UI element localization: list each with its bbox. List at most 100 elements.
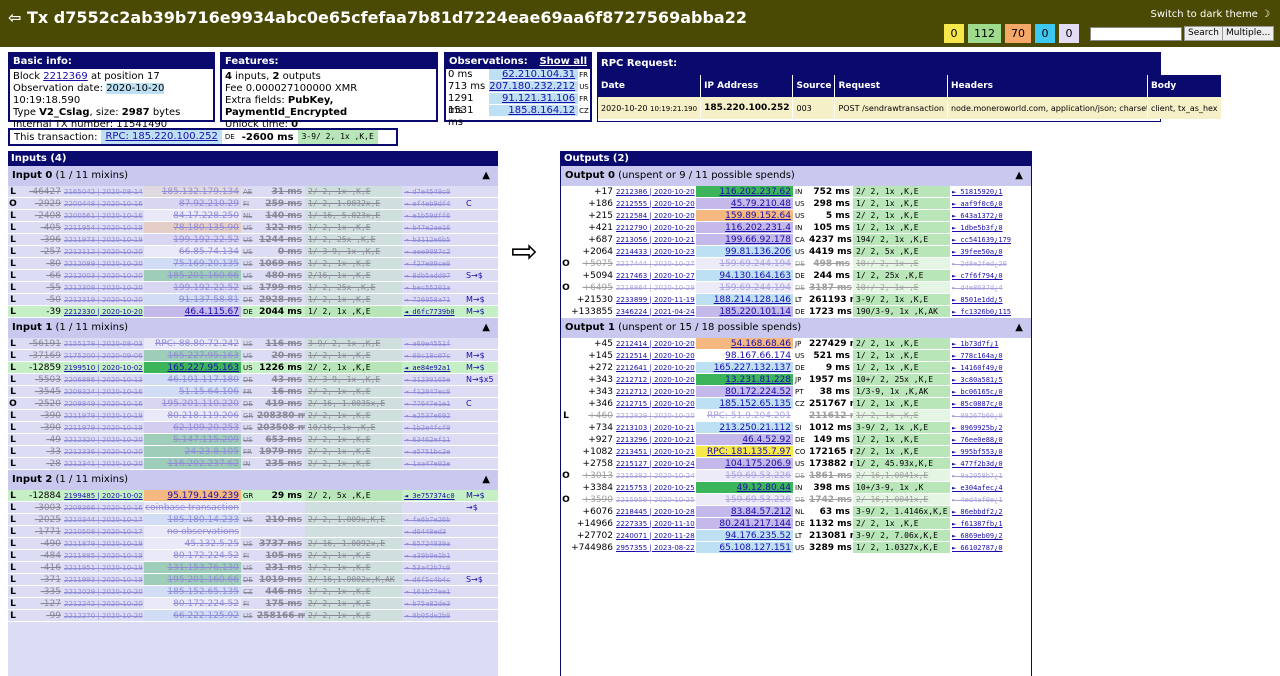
row-block-link[interactable]: 2199485 | 2020-10-02 — [64, 490, 144, 501]
row-hash-link[interactable]: ► 0969925b¿2 — [950, 422, 1022, 433]
row-hash-link[interactable]: ► 14160f49¿0 — [950, 362, 1022, 373]
row-hash-link[interactable]: ► 995bf553¿0 — [950, 446, 1022, 457]
row-block-link[interactable]: 2957355 | 2023-08-22 — [616, 542, 696, 553]
row-ip-link[interactable]: 45.132.5.25 — [144, 538, 241, 549]
row-block-link[interactable]: 2212319 | 2020-10-20 — [64, 294, 144, 305]
row-ip-link[interactable]: 185.132.179.134 — [144, 186, 241, 197]
row-hash-link[interactable]: ◄ 63462ef11 — [402, 434, 464, 445]
row-hash-link[interactable]: ► 51815920¿1 — [950, 186, 1022, 197]
row-ip-link[interactable]: 199.66.92.178 — [696, 234, 793, 245]
row-ip-link[interactable]: 46.4.52.92 — [696, 434, 793, 445]
row-block-link[interactable]: 2212790 | 2020-10-20 — [616, 222, 696, 233]
row-hash-link[interactable]: ► 39fee50a¿0 — [950, 246, 1022, 257]
row-ip-link[interactable]: 87.92.210.29 — [144, 198, 241, 209]
observation-ip-link[interactable]: 185.8.164.12 — [489, 105, 579, 116]
row-ip-link[interactable]: RPC: 181.135.7.97 — [696, 446, 793, 457]
row-block-link[interactable]: 2214433 | 2020-10-23 — [616, 246, 696, 257]
row-block-link[interactable]: 2200448 | 2020-10-16 — [64, 198, 144, 209]
row-hash-link[interactable]: ◄ 161b77ee1 — [402, 586, 464, 597]
row-hash-link[interactable]: ► e304afec¿4 — [950, 482, 1022, 493]
collapse-triangle-icon[interactable]: ▲ — [1015, 318, 1023, 338]
row-ip-link[interactable]: 185.152.65.135 — [696, 398, 793, 409]
row-ip-link[interactable]: 66.85.74.134 — [144, 246, 241, 257]
row-hash-link[interactable]: ◄ bec55201a — [402, 282, 464, 293]
row-ip-link[interactable]: 98.167.66.174 — [696, 350, 793, 361]
back-arrow-icon[interactable]: ⇦ — [8, 8, 21, 27]
row-block-link[interactable]: 2212386 | 2020-10-20 — [616, 186, 696, 197]
row-ip-link[interactable]: 185.152.65.135 — [144, 586, 241, 597]
row-ip-link[interactable]: 116.202.231.4 — [696, 222, 793, 233]
row-ip-link[interactable]: 213.250.21.112 — [696, 422, 793, 433]
row-ip-link[interactable]: no observations — [144, 526, 241, 537]
row-ip-link[interactable]: 188.214.128.146 — [696, 294, 793, 305]
row-block-link[interactable]: 2215127 | 2020-10-24 — [616, 458, 696, 469]
row-ip-link[interactable]: 195.201.110.220 — [144, 398, 241, 409]
row-hash-link[interactable]: ◄ 1b2e4fcf9 — [402, 422, 464, 433]
observation-ip-link[interactable]: 207.180.232.212 — [489, 81, 579, 92]
row-block-link[interactable]: 2212308 | 2020-10-20 — [64, 282, 144, 293]
row-ip-link[interactable]: 99.81.136.206 — [696, 246, 793, 257]
row-block-link[interactable]: 2211951 | 2020-10-19 — [64, 562, 144, 573]
row-ip-link[interactable]: 91.137.58.81 — [144, 294, 241, 305]
row-ip-link[interactable]: 116.202.237.62 — [144, 458, 241, 469]
row-block-link[interactable]: 2211979 | 2020-10-19 — [64, 410, 144, 421]
row-hash-link[interactable]: ◄ d6f5c4b4c — [402, 574, 464, 585]
row-hash-link[interactable]: ► bc06165c¿0 — [950, 386, 1022, 397]
row-block-link[interactable]: 2209324 | 2020-10-16 — [64, 386, 144, 397]
row-block-link[interactable]: 2212336 | 2020-10-20 — [64, 446, 144, 457]
row-hash-link[interactable]: ◄ b75a82de3 — [402, 598, 464, 609]
row-hash-link[interactable]: ◄ d7e4549c0 — [402, 186, 464, 197]
row-ip-link[interactable]: 84.17.228.250 — [144, 210, 241, 221]
row-hash-link[interactable]: ► c7f6f794¿0 — [950, 270, 1022, 281]
row-block-link[interactable]: 2215959 | 2020-10-25 — [616, 494, 696, 505]
row-block-link[interactable]: 2217444 | 2020-10-27 — [616, 258, 696, 269]
row-block-link[interactable]: 2212555 | 2020-10-20 — [616, 198, 696, 209]
row-block-link[interactable]: 2210508 | 2020-10-17 — [64, 526, 144, 537]
row-block-link[interactable]: 2212715 | 2020-10-20 — [616, 398, 696, 409]
this-tx-rpc-link[interactable]: RPC: 185.220.100.252 — [101, 130, 222, 144]
row-block-link[interactable]: 2213103 | 2020-10-21 — [616, 422, 696, 433]
row-hash-link[interactable]: ◄ a69e4551f — [402, 338, 464, 349]
row-hash-link[interactable]: ► 6869eb09¿2 — [950, 530, 1022, 541]
row-block-link[interactable]: 2212089 | 2020-10-20 — [64, 258, 144, 269]
row-hash-link[interactable]: ► cc541639¿179 — [950, 234, 1022, 245]
row-ip-link[interactable]: 159.69.244.194 — [696, 258, 793, 269]
row-hash-link[interactable]: ► 76ee0e88¿0 — [950, 434, 1022, 445]
row-hash-link[interactable]: ◄ 726958a71 — [402, 294, 464, 305]
row-block-link[interactable]: 2206886 | 2020-10-13 — [64, 374, 144, 385]
row-ip-link[interactable]: 199.192.22.52 — [144, 282, 241, 293]
row-hash-link[interactable]: ► 1dbe5b3f¿0 — [950, 222, 1022, 233]
row-block-link[interactable]: 2211979 | 2020-10-19 — [64, 422, 144, 433]
collapse-triangle-icon[interactable]: ▲ — [1015, 166, 1023, 186]
row-block-link[interactable]: 2212584 | 2020-10-20 — [616, 210, 696, 221]
row-hash-link[interactable]: ◄ a5751bc2e — [402, 446, 464, 457]
observation-ip-link[interactable]: 91.121.31.106 — [489, 93, 579, 104]
collapse-triangle-icon[interactable]: ▲ — [482, 470, 490, 490]
row-ip-link[interactable]: 24.23.8.105 — [144, 446, 241, 457]
row-block-link[interactable]: 2212029 | 2020-10-20 — [64, 586, 144, 597]
search-button[interactable]: Search — [1184, 26, 1223, 41]
row-block-link[interactable]: 2212641 | 2020-10-20 — [616, 362, 696, 373]
row-hash-link[interactable]: ► 85c0887c¿0 — [950, 398, 1022, 409]
row-hash-link[interactable]: ◄ ae84e92a1 — [402, 362, 464, 373]
row-hash-link[interactable]: ► 4ed4af0e¿1 — [950, 494, 1022, 505]
row-ip-link[interactable]: 78.180.135.90 — [144, 222, 241, 233]
row-block-link[interactable]: 2213056 | 2020-10-21 — [616, 234, 696, 245]
row-ip-link[interactable]: 5.147.115.209 — [144, 434, 241, 445]
row-block-link[interactable]: 2218864 | 2020-10-29 — [616, 282, 696, 293]
multiple-button[interactable]: Multiple... — [1222, 26, 1275, 41]
row-ip-link[interactable]: 159.69.53.226 — [696, 494, 793, 505]
row-hash-link[interactable]: ◄ d6448ed3 — [402, 526, 464, 537]
row-block-link[interactable]: 2213451 | 2020-10-21 — [616, 446, 696, 457]
row-block-link[interactable]: 2212330 | 2020-10-20 — [64, 306, 144, 317]
row-ip-link[interactable]: 95.179.149.239 — [144, 490, 241, 501]
row-hash-link[interactable]: ◄ 53a42b7c0 — [402, 562, 464, 573]
row-hash-link[interactable]: ► 66102787¿0 — [950, 542, 1022, 553]
collapse-triangle-icon[interactable]: ▲ — [482, 318, 490, 338]
row-ip-link[interactable]: 80.241.217.144 — [696, 518, 793, 529]
row-hash-link[interactable]: ◄ e1b59dff6 — [402, 210, 464, 221]
row-ip-link[interactable]: 104.175.206.9 — [696, 458, 793, 469]
row-block-link[interactable]: 2212270 | 2020-10-20 — [64, 610, 144, 621]
row-block-link[interactable]: 2211954 | 2020-10-19 — [64, 222, 144, 233]
row-ip-link[interactable]: 165.227.95.163 — [144, 350, 241, 361]
